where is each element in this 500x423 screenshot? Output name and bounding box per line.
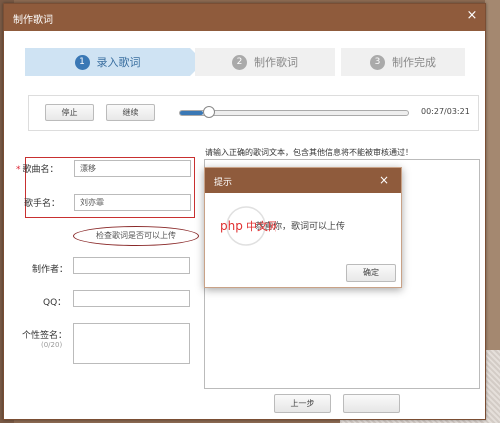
signature-input[interactable] — [73, 323, 190, 364]
progress-fill — [180, 111, 203, 115]
audio-player: 停止 继续 00:27/03:21 — [28, 95, 479, 131]
previous-step-button[interactable]: 上一步 — [274, 394, 331, 413]
progress-handle[interactable] — [203, 106, 215, 118]
lyrics-maker-dialog: 制作歌词 × 1 录入歌词 2 制作歌词 3 制作完成 停止 继续 00:27/… — [3, 3, 486, 420]
step-make-lyrics: 2 制作歌词 — [195, 48, 335, 76]
close-icon[interactable]: × — [465, 9, 479, 23]
check-upload-link[interactable]: 检查歌词是否可以上传 — [73, 226, 199, 246]
next-step-button[interactable] — [343, 394, 400, 413]
playback-time: 00:27/03:21 — [421, 107, 470, 116]
producer-input[interactable] — [73, 257, 190, 274]
song-name-input[interactable]: 漂移 — [74, 160, 191, 177]
step-number: 3 — [370, 54, 385, 70]
step-label: 录入歌词 — [96, 56, 141, 69]
continue-button[interactable]: 继续 — [106, 104, 155, 121]
stop-button[interactable]: 停止 — [45, 104, 94, 121]
step-number: 1 — [74, 54, 90, 70]
step-label: 制作完成 — [392, 56, 436, 69]
step-label: 制作歌词 — [254, 56, 298, 69]
step-finished: 3 制作完成 — [341, 48, 465, 76]
qq-label: QQ： — [43, 298, 67, 308]
ok-button[interactable]: 确定 — [346, 264, 396, 282]
modal-title-bar[interactable]: 提示 × — [205, 168, 401, 193]
svg-text:中文网: 中文网 — [246, 219, 276, 233]
svg-text:php: php — [220, 219, 243, 233]
song-name-label-text: 歌曲名： — [22, 165, 59, 175]
close-icon[interactable]: × — [379, 173, 389, 187]
qq-input[interactable] — [73, 290, 190, 307]
signature-label: 个性签名： — [22, 331, 68, 341]
dialog-title-bar[interactable]: 制作歌词 × — [4, 4, 485, 31]
signature-count: (0/20) — [41, 341, 63, 349]
lyrics-notice: 请输入正确的歌词文本，包含其他信息将不能被审核通过！ — [205, 148, 413, 157]
dialog-title: 制作歌词 — [13, 15, 53, 26]
song-name-label: * 歌曲名： — [16, 165, 59, 175]
watermark-logo: php 中文网 — [216, 206, 279, 246]
singer-input[interactable]: 刘亦霏 — [74, 194, 191, 211]
singer-label: 歌手名： — [24, 199, 61, 209]
step-indicator: 1 录入歌词 2 制作歌词 3 制作完成 — [25, 48, 465, 76]
step-number: 2 — [232, 54, 247, 70]
step-enter-lyrics: 1 录入歌词 — [25, 48, 204, 76]
producer-label: 制作者： — [32, 265, 69, 275]
modal-title: 提示 — [214, 178, 233, 188]
